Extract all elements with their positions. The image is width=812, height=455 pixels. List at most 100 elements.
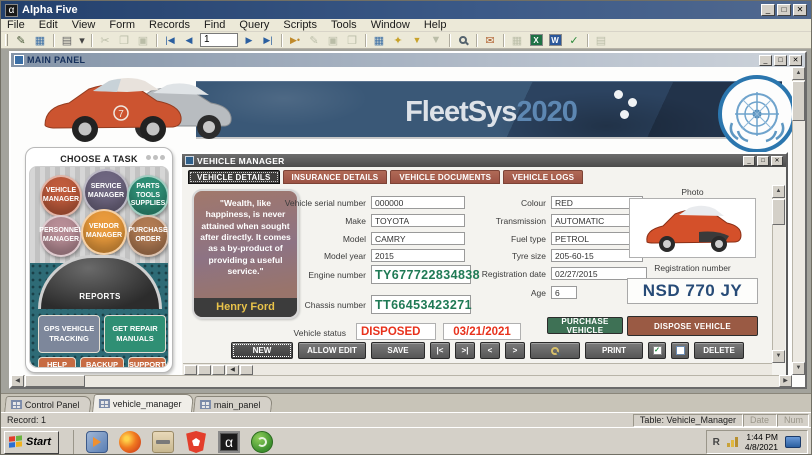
square-button[interactable]	[671, 342, 689, 359]
vm-hscroll-thumb[interactable]	[240, 365, 253, 375]
status-date-field[interactable]: 03/21/2021	[443, 323, 521, 340]
edit-record-icon[interactable]: ✎	[306, 33, 322, 48]
vehicle-manager-button[interactable]: VEHICLE MANAGER	[40, 175, 82, 217]
delete-button[interactable]: DELETE	[694, 342, 744, 359]
vendor-manager-button[interactable]: VENDOR MANAGER	[81, 209, 127, 255]
mp-vscroll-thumb[interactable]	[792, 81, 805, 121]
vm-scroll-up-icon[interactable]: ▲	[772, 185, 785, 198]
vm-scroll-left-icon[interactable]: ◀	[226, 365, 239, 375]
menu-form[interactable]: Form	[109, 19, 135, 31]
goto-record-icon[interactable]: ▶•	[287, 33, 303, 48]
vehicle-manager-titlebar[interactable]: VEHICLE MANAGER _ □ ✕	[182, 154, 786, 167]
vm-pane-box[interactable]	[184, 365, 197, 375]
mp-scroll-left-icon[interactable]: ◀	[11, 375, 24, 387]
app-minimize-button[interactable]: _	[761, 4, 775, 16]
record-number-input[interactable]: 1	[200, 33, 238, 47]
tab-vehicle-manager-doc[interactable]: vehicle_manager	[92, 394, 193, 412]
tray-blue-icon[interactable]	[785, 436, 801, 448]
dispose-vehicle-button[interactable]: DISPOSE VEHICLE	[627, 316, 758, 336]
mp-scroll-down-icon[interactable]: ▼	[792, 362, 805, 375]
new-button[interactable]: NEW	[231, 342, 293, 359]
mp-hscroll-thumb[interactable]	[25, 375, 85, 387]
menu-view[interactable]: View	[72, 19, 96, 31]
spellcheck-icon[interactable]: ✓	[566, 33, 582, 48]
save-button[interactable]: SAVE	[371, 342, 425, 359]
toolbar-grip[interactable]	[5, 34, 8, 46]
favorites-icon[interactable]: ✦	[390, 33, 406, 48]
excel-icon[interactable]: X	[528, 33, 544, 48]
age-field[interactable]: 6	[551, 286, 577, 299]
menu-scripts[interactable]: Scripts	[283, 19, 317, 31]
prev-record-icon[interactable]: ◀	[181, 33, 197, 48]
vm-maximize-button[interactable]: □	[757, 156, 769, 166]
menu-query[interactable]: Query	[239, 19, 269, 31]
allow-edit-button[interactable]: ALLOW EDIT	[298, 342, 366, 359]
next-record-icon[interactable]: ▶	[241, 33, 257, 48]
main-panel-titlebar[interactable]: MAIN PANEL _ □ ✕	[11, 53, 805, 67]
purchase-order-button[interactable]: PURCHASE ORDER	[127, 215, 169, 257]
backup-button[interactable]: BACKUP	[80, 357, 124, 368]
personnel-manager-button[interactable]: PERSONNEL MANAGER	[40, 215, 82, 257]
menu-window[interactable]: Window	[371, 19, 410, 31]
vm-vertical-scrollbar[interactable]: ▲ ▼	[772, 185, 785, 363]
calculator-icon[interactable]: ▤	[593, 33, 609, 48]
vm-pane-box[interactable]	[198, 365, 211, 375]
vm-vscroll-thumb[interactable]	[772, 199, 785, 225]
tab-control-panel[interactable]: Control Panel	[4, 396, 91, 412]
vm-minimize-button[interactable]: _	[743, 156, 755, 166]
repair-manuals-button[interactable]: GET REPAIR MANUALS	[104, 315, 166, 353]
first-record-icon[interactable]: |◀	[162, 33, 178, 48]
app-close-button[interactable]: ✕	[793, 4, 807, 16]
gps-tracking-button[interactable]: GPS VEHICLE TRACKING	[38, 315, 100, 353]
app-maximize-button[interactable]: □	[777, 4, 791, 16]
tray-chart-icon[interactable]	[727, 437, 738, 447]
print-icon[interactable]: ▤	[59, 33, 75, 48]
copy-icon[interactable]: ❐	[116, 33, 132, 48]
purchase-vehicle-button[interactable]: PURCHASE VEHICLE	[547, 317, 623, 334]
green-app-icon[interactable]	[251, 431, 273, 453]
sort-icon[interactable]: ▼	[428, 33, 444, 48]
start-button[interactable]: Start	[4, 431, 59, 454]
print-manager-icon[interactable]	[152, 431, 174, 453]
vm-pane-box[interactable]	[212, 365, 225, 375]
alpha-five-icon[interactable]: α	[218, 431, 240, 453]
last-record-icon[interactable]: ▶|	[260, 33, 276, 48]
mail-icon[interactable]: ✉	[482, 33, 498, 48]
registration-number-field[interactable]: NSD 770 JY	[627, 278, 758, 304]
word-icon[interactable]: W	[547, 33, 563, 48]
prev-record-button[interactable]: <	[480, 342, 500, 359]
tab-vehicle-logs[interactable]: VEHICLE LOGS	[503, 170, 583, 184]
first-record-button[interactable]: |<	[430, 342, 450, 359]
tray-r-icon[interactable]: R	[713, 437, 720, 448]
checkbox-button[interactable]: ✓	[648, 342, 666, 359]
menu-edit[interactable]: Edit	[39, 19, 58, 31]
vm-close-button[interactable]: ✕	[771, 156, 783, 166]
main-panel-maximize-button[interactable]: □	[774, 55, 787, 66]
filter-icon[interactable]: ▼	[409, 33, 425, 48]
tab-main-panel-doc[interactable]: main_panel	[193, 396, 272, 412]
next-record-button[interactable]: >	[505, 342, 525, 359]
main-panel-vertical-scrollbar[interactable]: ▲ ▼	[792, 67, 805, 375]
cancel-record-icon[interactable]: ❐	[344, 33, 360, 48]
save-record-icon[interactable]: ▣	[325, 33, 341, 48]
find-table-icon[interactable]: ▦	[371, 33, 387, 48]
mp-scroll-up-icon[interactable]: ▲	[792, 67, 805, 80]
firefox-icon[interactable]	[119, 431, 141, 453]
menu-help[interactable]: Help	[424, 19, 447, 31]
vehicle-status-field[interactable]: DISPOSED	[356, 323, 436, 340]
main-panel-horizontal-scrollbar[interactable]: ◀ ▶	[11, 375, 792, 387]
menu-tools[interactable]: Tools	[331, 19, 357, 31]
menu-find[interactable]: Find	[204, 19, 225, 31]
support-button[interactable]: SUPPORT	[128, 357, 166, 368]
edit-icon[interactable]: ✎	[13, 33, 29, 48]
zoom-search-icon[interactable]	[455, 33, 471, 48]
paste-icon[interactable]: ▣	[135, 33, 151, 48]
parts-tools-supplies-button[interactable]: PARTS TOOLS SUPPLIES	[127, 175, 169, 217]
media-player-icon[interactable]	[86, 431, 108, 453]
last-record-button[interactable]: >|	[455, 342, 475, 359]
cut-icon[interactable]: ✂	[97, 33, 113, 48]
tab-vehicle-documents[interactable]: VEHICLE DOCUMENTS	[390, 170, 500, 184]
search-record-button[interactable]	[530, 342, 580, 359]
menu-file[interactable]: File	[7, 19, 25, 31]
mp-scroll-right-icon[interactable]: ▶	[779, 375, 792, 387]
